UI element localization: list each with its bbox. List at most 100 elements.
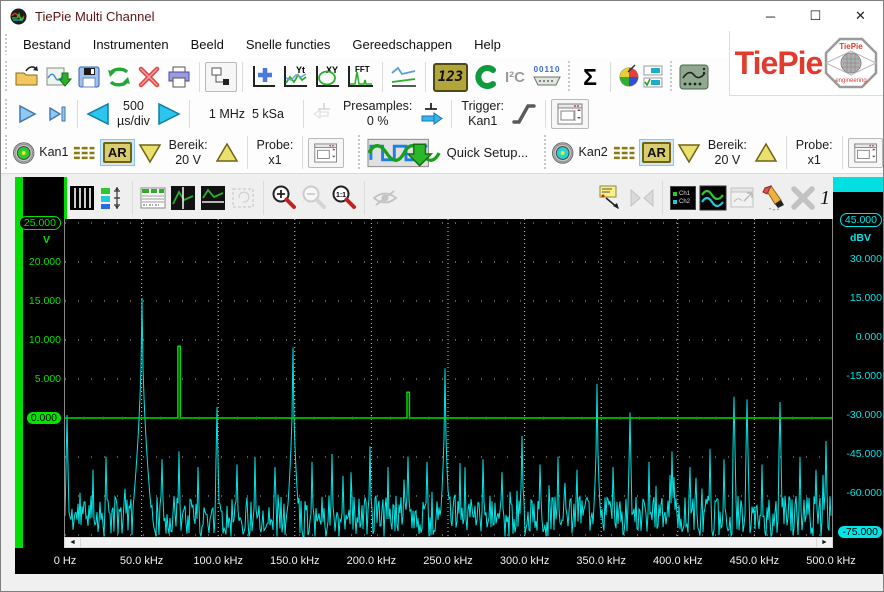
grid-toggle-button[interactable] [67,183,97,213]
colors-settings-button[interactable] [616,61,666,93]
toolbar-grip[interactable] [670,61,675,93]
print-button[interactable] [164,61,194,93]
add-comment-button[interactable] [597,183,627,213]
toolbar-grip[interactable] [5,34,10,55]
i2c-button[interactable]: I²C [500,61,530,93]
start-button[interactable] [12,98,42,130]
sigma-icon: Σ [583,64,597,91]
object-tree-icon [210,66,232,88]
comment-note-icon [598,184,626,212]
titlebar: TiePie Multi Channel ─ ☐ ✕ [1,1,883,31]
axis-label[interactable]: 45.000 [840,213,882,227]
current-clamp-button[interactable] [470,61,500,93]
kan1-bnc-icon[interactable] [12,141,35,165]
menu-help[interactable]: Help [463,37,512,52]
channel-offsets-button[interactable] [97,183,127,213]
legend-button[interactable]: Ch1 Ch2 [668,183,698,213]
quick-setup-button[interactable] [365,137,443,169]
kan1-range-down-button[interactable] [135,137,165,169]
one-shot-button[interactable] [42,98,72,130]
kan1-range-up-button[interactable] [212,137,242,169]
menu-snelle-functies[interactable]: Snelle functies [235,37,342,52]
one-shot-icon [47,103,67,125]
erase-button[interactable] [758,183,788,213]
minimize-button[interactable]: ─ [748,1,793,31]
delete-button[interactable] [134,61,164,93]
scroll-right-button[interactable]: ► [816,538,832,547]
vertical-cursors-button[interactable] [168,183,198,213]
horizontal-scrollbar[interactable]: ◄ ► [64,537,833,548]
menu-bestand[interactable]: Bestand [12,37,82,52]
kan2-coupling-icon[interactable] [612,145,635,161]
add-graph-button[interactable] [248,61,279,93]
toolbar-grip[interactable] [358,135,363,170]
horizontal-cursors-button[interactable] [198,183,228,213]
save-button[interactable] [74,61,104,93]
menu-gereedschappen[interactable]: Gereedschappen [341,37,463,52]
svg-text:engineering: engineering [836,78,867,84]
kan2-range-down-button[interactable] [674,137,704,169]
yt-graph-button[interactable]: Yt [279,61,311,93]
kan1-autorange-button[interactable]: AR [103,142,132,163]
x-axis-label: 400.0 kHz [653,555,703,567]
kan1-settings-button[interactable] [308,138,343,168]
toolbar-grip[interactable] [5,135,10,170]
x-axis-label: 250.0 kHz [423,555,473,567]
x-axis-label: 500.0 kHz [806,555,856,567]
kan1-coupling-icon[interactable] [72,145,95,161]
kan2-bnc-icon[interactable] [551,141,574,165]
close-graph-button[interactable] [788,183,818,213]
x-axis-label: 100.0 kHz [193,555,243,567]
toolbar-grip[interactable] [5,61,10,93]
maximize-button[interactable]: ☐ [793,1,838,31]
quick-setup-label[interactable]: Quick Setup... [443,145,533,160]
kan1-axis-strip[interactable] [15,177,23,548]
kan2-axis-strip[interactable] [833,177,884,192]
import-button[interactable] [43,61,74,93]
menu-beeld[interactable]: Beeld [180,37,235,52]
toolbar-grip[interactable] [544,135,549,170]
measure-lines-button[interactable] [388,61,420,93]
kan2-settings-button[interactable] [848,138,883,168]
timebase-display: 500µs/div [113,99,154,129]
open-button[interactable] [12,61,43,93]
sum-button[interactable]: Σ [575,61,605,93]
object-tree-button[interactable] [205,62,237,92]
refresh-button[interactable] [104,61,134,93]
scroll-left-button[interactable]: ◄ [65,538,81,547]
close-button[interactable]: ✕ [838,1,883,31]
value-table-button[interactable] [138,183,168,213]
kan2-range-up-button[interactable] [751,137,781,169]
presamples-increase-button[interactable] [416,98,446,130]
brand-logo: TiePie TiePie engineering [729,31,883,96]
x-axis-label: 300.0 kHz [500,555,550,567]
kan2-autorange-button[interactable]: AR [642,142,671,163]
xy-graph-button[interactable]: XY [311,61,343,93]
i2c-icon: I²C [505,69,525,86]
fft-graph-button[interactable]: FFT [343,61,377,93]
meter-button[interactable]: 123 [431,61,470,93]
traces-button[interactable] [698,183,728,213]
menu-instrumenten[interactable]: Instrumenten [82,37,180,52]
monitor-button[interactable] [677,61,711,93]
zoom-in-button[interactable] [269,183,299,213]
timebase-slower-button[interactable] [83,98,113,130]
channel-bar: Kan1 AR Bereik:20 V Probe:x1 [1,132,883,174]
zoom-reset-button[interactable]: 1:1 [329,183,359,213]
kan2-autorange-selected: AR [639,139,674,166]
axis-label[interactable]: 0.000 [27,412,61,424]
toolbar-grip[interactable] [568,61,573,93]
toolbar-grip[interactable] [5,99,10,129]
axis-label: 15.000 [29,295,61,307]
grid-icon [69,185,95,211]
axis-label[interactable]: -75.000 [838,526,882,538]
timebase-faster-button[interactable] [154,98,184,130]
serial-button[interactable]: 00110 [530,61,564,93]
export-graph-button [728,183,758,213]
trigger-edge-button[interactable] [508,98,540,130]
open-folder-icon [14,64,41,90]
plot-area[interactable] [64,219,833,537]
axis-label[interactable]: 25.000 [19,216,61,230]
instrument-settings-button[interactable] [551,99,589,129]
brand-badge: TiePie engineering [824,37,878,89]
